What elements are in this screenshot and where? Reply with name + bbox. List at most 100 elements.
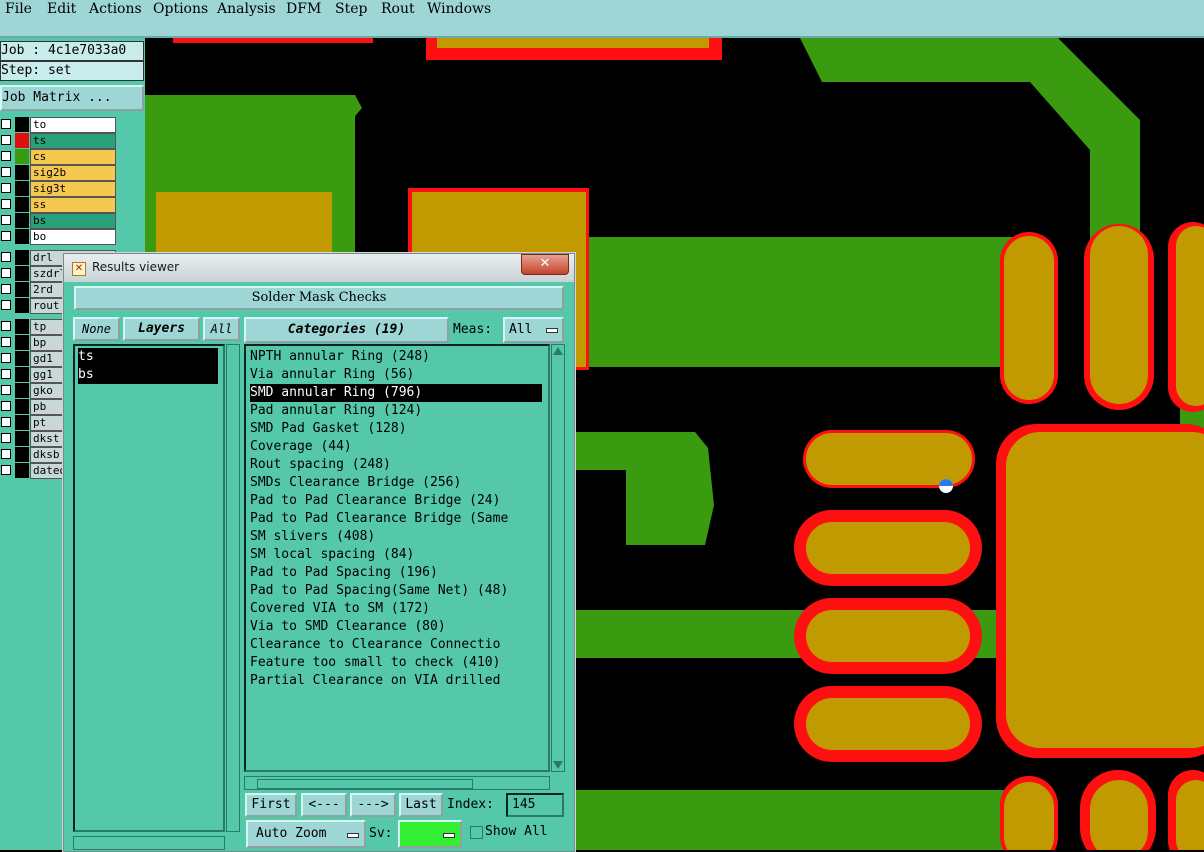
layer-row[interactable]: bs xyxy=(0,213,116,229)
scroll-up-icon[interactable] xyxy=(553,347,563,355)
job-label: Job : 4c1e7033a0 xyxy=(0,41,144,61)
layer-checkbox[interactable] xyxy=(1,119,11,129)
meas-value: All xyxy=(509,322,533,337)
menu-rout[interactable]: Rout xyxy=(381,1,415,17)
layer-checkbox[interactable] xyxy=(1,183,11,193)
sv-label: Sv: xyxy=(369,826,393,841)
layer-checkbox[interactable] xyxy=(1,449,11,459)
layer-checkbox[interactable] xyxy=(1,417,11,427)
layer-row[interactable]: ss xyxy=(0,197,116,213)
menu-dfm[interactable]: DFM xyxy=(286,1,321,17)
layer-color-swatch xyxy=(15,165,29,180)
sv-color-dropdown[interactable] xyxy=(398,820,462,848)
layer-checkbox[interactable] xyxy=(1,252,11,262)
list-item[interactable]: SMDs Clearance Bridge (256) xyxy=(250,474,542,492)
list-item[interactable]: SM local spacing (84) xyxy=(250,546,542,564)
list-item[interactable]: SMD Pad Gasket (128) xyxy=(250,420,542,438)
layer-color-swatch xyxy=(15,181,29,196)
list-item[interactable]: Pad to Pad Clearance Bridge (Same xyxy=(250,510,542,528)
layer-checkbox[interactable] xyxy=(1,300,11,310)
categories-listbox[interactable]: NPTH annular Ring (248) Via annular Ring … xyxy=(244,344,550,772)
layer-checkbox[interactable] xyxy=(1,369,11,379)
layer-checkbox[interactable] xyxy=(1,215,11,225)
list-item[interactable]: Pad to Pad Spacing (196) xyxy=(250,564,542,582)
show-all-checkbox[interactable] xyxy=(470,826,483,839)
layer-checkbox[interactable] xyxy=(1,284,11,294)
menu-windows[interactable]: Windows xyxy=(427,1,491,17)
layer-row[interactable]: ts xyxy=(0,133,116,149)
layer-color-swatch xyxy=(15,149,29,164)
layer-name: sig2b xyxy=(30,165,116,181)
menu-actions[interactable]: Actions xyxy=(89,1,142,17)
layer-checkbox[interactable] xyxy=(1,167,11,177)
first-button[interactable]: First xyxy=(245,793,297,817)
layer-checkbox[interactable] xyxy=(1,385,11,395)
layer-checkbox[interactable] xyxy=(1,353,11,363)
menu-analysis[interactable]: Analysis xyxy=(217,1,276,17)
list-item[interactable]: Pad to Pad Clearance Bridge (24) xyxy=(250,492,542,510)
auto-zoom-dropdown[interactable]: Auto Zoom xyxy=(246,820,366,848)
layer-name: bo xyxy=(30,229,116,245)
layer-checkbox[interactable] xyxy=(1,231,11,241)
layer-checkbox[interactable] xyxy=(1,465,11,475)
hscroll-thumb[interactable] xyxy=(257,779,473,789)
categories-hscrollbar[interactable] xyxy=(244,776,550,790)
list-item[interactable]: Covered VIA to SM (172) xyxy=(250,600,542,618)
layer-row[interactable]: sig3t xyxy=(0,181,116,197)
menu-edit[interactable]: Edit xyxy=(47,1,76,17)
list-item[interactable]: SMD annular Ring (796) xyxy=(250,384,542,402)
next-button[interactable]: ---> xyxy=(350,793,396,817)
show-all-label: Show All xyxy=(485,824,548,839)
layer-color-swatch xyxy=(15,447,29,462)
layer-row[interactable]: sig2b xyxy=(0,165,116,181)
last-button[interactable]: Last xyxy=(399,793,443,817)
dialog-titlebar[interactable]: ✕ Results viewer ✕ xyxy=(64,254,574,282)
layers-listbox[interactable]: ts bs xyxy=(73,344,225,832)
layer-checkbox[interactable] xyxy=(1,337,11,347)
list-item[interactable]: ts xyxy=(78,348,218,366)
layers-vscrollbar[interactable] xyxy=(226,344,240,832)
layer-row[interactable]: cs xyxy=(0,149,116,165)
layer-row[interactable]: bo xyxy=(0,229,116,245)
list-item[interactable]: Partial Clearance on VIA drilled xyxy=(250,672,542,690)
close-button[interactable]: ✕ xyxy=(521,254,569,275)
layer-checkbox[interactable] xyxy=(1,268,11,278)
layer-checkbox[interactable] xyxy=(1,321,11,331)
list-item[interactable]: Pad annular Ring (124) xyxy=(250,402,542,420)
layers-hscrollbar[interactable] xyxy=(73,836,225,850)
list-item[interactable]: bs xyxy=(78,366,218,384)
job-matrix-button[interactable]: Job Matrix ... xyxy=(0,85,144,111)
menu-file[interactable]: File xyxy=(5,1,32,17)
list-item[interactable]: Feature too small to check (410) xyxy=(250,654,542,672)
list-item[interactable]: Via annular Ring (56) xyxy=(250,366,542,384)
scroll-down-icon[interactable] xyxy=(553,761,563,769)
pin-4 xyxy=(806,433,972,485)
layer-checkbox[interactable] xyxy=(1,199,11,209)
list-item[interactable]: NPTH annular Ring (248) xyxy=(250,348,542,366)
all-button[interactable]: All xyxy=(203,317,240,341)
dropdown-icon xyxy=(546,328,558,333)
menu-step[interactable]: Step xyxy=(335,1,367,17)
list-item[interactable]: SM slivers (408) xyxy=(250,528,542,546)
layer-row[interactable]: to xyxy=(0,117,116,133)
prev-button[interactable]: <--- xyxy=(301,793,347,817)
none-button[interactable]: None xyxy=(73,317,120,341)
layer-checkbox[interactable] xyxy=(1,433,11,443)
layer-color-swatch xyxy=(15,197,29,212)
layer-checkbox[interactable] xyxy=(1,135,11,145)
checks-header: Solder Mask Checks xyxy=(74,286,564,310)
list-item[interactable]: Clearance to Clearance Connectio xyxy=(250,636,542,654)
list-item[interactable]: Coverage (44) xyxy=(250,438,542,456)
index-field[interactable]: 145 xyxy=(506,793,564,817)
meas-dropdown[interactable]: All xyxy=(503,317,564,343)
layer-color-swatch xyxy=(15,298,29,313)
layers-header: Layers xyxy=(123,317,200,341)
layer-color-swatch xyxy=(15,282,29,297)
categories-vscrollbar[interactable] xyxy=(551,344,565,772)
list-item[interactable]: Via to SMD Clearance (80) xyxy=(250,618,542,636)
layer-checkbox[interactable] xyxy=(1,151,11,161)
menu-options[interactable]: Options xyxy=(153,1,208,17)
list-item[interactable]: Pad to Pad Spacing(Same Net) (48) xyxy=(250,582,542,600)
layer-checkbox[interactable] xyxy=(1,401,11,411)
list-item[interactable]: Rout spacing (248) xyxy=(250,456,542,474)
